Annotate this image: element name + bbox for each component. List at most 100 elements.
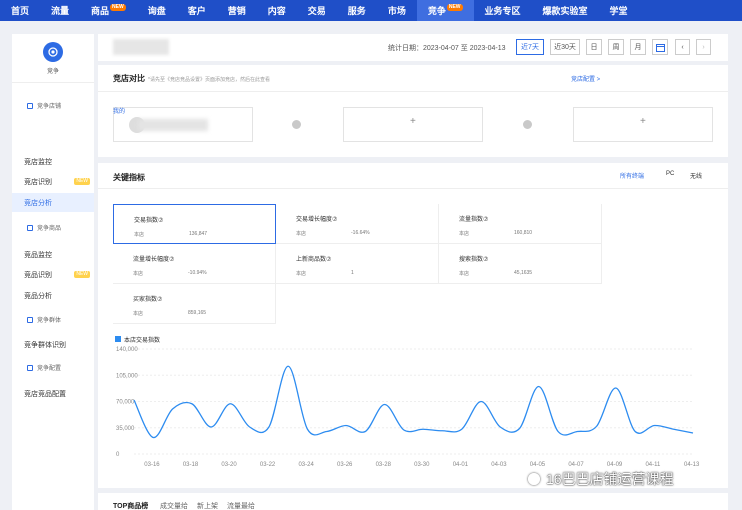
sidebar-item[interactable]: 竞品监控: [12, 245, 94, 264]
nav-item[interactable]: 询盘: [137, 0, 177, 21]
nav-item-label: 营销: [227, 6, 246, 16]
sidebar-item-label: 竞争配置: [37, 366, 62, 372]
nav-item[interactable]: 客户: [177, 0, 217, 21]
metric-name: 交易指数⑦: [134, 218, 164, 224]
nav-item[interactable]: 首页: [0, 0, 40, 21]
range-button[interactable]: 近7天: [516, 39, 544, 55]
sidebar-item[interactable]: 竞店分析: [12, 193, 94, 212]
sidebar-item-label: 竞争店铺: [37, 104, 62, 110]
sidebar-item[interactable]: 竞争群体: [12, 310, 94, 329]
top-products-card: TOP商品榜 成交量给 新上架 流量最给: [98, 493, 728, 510]
calendar-button[interactable]: [652, 39, 668, 55]
terminal-tab[interactable]: PC: [666, 171, 674, 177]
range-button[interactable]: 周: [608, 39, 624, 55]
sidebar: 竞争 竞争店铺竞店监控 竞店识别 NEW 竞店分析竞争商品竞品监控 竞品识别 NEW 竞品分…: [12, 34, 94, 510]
sub-item-icon: [27, 364, 33, 371]
watermark: 16巴巴店铺运营课程: [546, 471, 674, 487]
shop-name-blurred: [113, 39, 169, 55]
metric-card[interactable]: 买家指数⑦ 本店 859,165: [113, 284, 276, 324]
new-badge: NEW: [110, 4, 126, 11]
calendar-icon: [655, 43, 665, 52]
y-tick-label: 0: [116, 452, 120, 458]
x-tick-label: 04-03: [491, 462, 507, 468]
range-button[interactable]: 日: [586, 39, 602, 55]
metric-label: 本店: [133, 311, 144, 317]
metric-name: 流量增长幅度⑦: [133, 257, 175, 263]
nav-item-label: 竞争: [427, 6, 446, 16]
nav-item[interactable]: 服务: [337, 0, 377, 21]
x-tick-label: 03-24: [298, 462, 314, 468]
stat-date: 统计日期：2023-04-07 至 2023-04-13: [388, 45, 506, 52]
x-tick-label: 03-16: [144, 462, 160, 468]
metric-label: 本店: [459, 271, 470, 277]
sidebar-item[interactable]: 竞争店铺: [12, 96, 94, 115]
nav-item-label: 商品: [91, 6, 110, 16]
nav-item-label: 客户: [187, 6, 206, 16]
tab-new-arrivals[interactable]: 新上架: [197, 501, 218, 510]
metric-card[interactable]: 交易指数⑦ 本店 136,847: [113, 204, 276, 244]
chevron-left-icon: ‹: [681, 43, 684, 51]
nav-item[interactable]: 营销: [217, 0, 257, 21]
sidebar-item[interactable]: 竞品分析: [12, 286, 94, 305]
metric-value: 136,847: [189, 231, 208, 237]
metric-card[interactable]: 上新商品数⑦ 本店 1: [276, 244, 439, 284]
nav-item-label: 首页: [11, 6, 30, 16]
metric-name: 交易增长幅度⑦: [296, 217, 338, 223]
sidebar-item[interactable]: 竞店识别 NEW: [12, 172, 94, 191]
x-tick-label: 04-13: [684, 462, 700, 468]
nav-item[interactable]: 市场: [377, 0, 417, 21]
nav-item[interactable]: 竞争 NEW: [416, 0, 474, 21]
sidebar-brand: 竞争: [46, 69, 59, 75]
metric-value: -16.64%: [351, 230, 370, 236]
x-tick-label: 04-11: [645, 462, 661, 468]
metric-card[interactable]: 流量增长幅度⑦ 本店 -10.94%: [113, 244, 276, 284]
vs-dot: [292, 120, 301, 129]
nav-item[interactable]: 交易: [297, 0, 337, 21]
metric-card[interactable]: 交易增长幅度⑦ 本店 -16.64%: [276, 204, 439, 244]
sidebar-item-label: 竞争商品: [37, 226, 62, 232]
sub-item-icon: [27, 224, 33, 231]
range-button[interactable]: 近30天: [550, 39, 580, 55]
terminal-tab[interactable]: 所有终端: [620, 171, 644, 180]
header-bar: 统计日期：2023-04-07 至 2023-04-13 近7天 近30天日周月 …: [98, 34, 728, 61]
sidebar-item[interactable]: 竞品识别 NEW: [12, 265, 94, 284]
sidebar-item-label: 竞店竞品配置: [24, 390, 66, 398]
nav-item[interactable]: 爆款实验室: [532, 0, 599, 21]
x-tick-label: 03-26: [337, 462, 353, 468]
nav-item[interactable]: 商品 NEW: [80, 0, 137, 21]
metric-value: 160,810: [514, 230, 533, 236]
nav-item[interactable]: 学堂: [599, 0, 639, 21]
nav-item-label: 询盘: [147, 6, 166, 16]
nav-item-label: 爆款实验室: [542, 6, 588, 16]
metric-label: 本店: [133, 271, 144, 277]
add-competitor-1-icon[interactable]: +: [410, 116, 416, 127]
nav-item[interactable]: 业务专区: [474, 0, 532, 21]
sidebar-item-label: 竞店分析: [24, 199, 52, 207]
range-button[interactable]: 月: [630, 39, 646, 55]
sidebar-item[interactable]: 竞店监控: [12, 152, 94, 171]
metric-value: 1: [351, 270, 354, 276]
sidebar-item[interactable]: 竞争商品: [12, 218, 94, 237]
tab-top-sales[interactable]: 成交量给: [160, 501, 188, 510]
compare-config-link[interactable]: 竞店配置 >: [571, 74, 600, 83]
competition-logo-icon: [43, 42, 63, 62]
sidebar-item[interactable]: 竞争配置: [12, 358, 94, 377]
vs-dot: [523, 120, 532, 129]
terminal-tab[interactable]: 无线: [690, 171, 702, 180]
metric-card[interactable]: 搜索指数⑦ 本店 45,1635: [439, 244, 602, 284]
new-badge: NEW: [446, 4, 463, 11]
next-period-button[interactable]: ›: [696, 39, 711, 55]
prev-period-button[interactable]: ‹: [675, 39, 690, 55]
top-nav: 首页 流量 商品 NEW 询盘 客户 营销 内容 交易 服务 市场 竞争 NEW 业务专区 爆款实验室 学堂: [0, 0, 742, 21]
y-tick-label: 140,000: [116, 347, 138, 353]
sidebar-item[interactable]: 竞争群体识别: [12, 335, 94, 354]
tab-top-traffic[interactable]: 流量最给: [227, 501, 255, 510]
nav-item[interactable]: 流量: [40, 0, 80, 21]
sidebar-item[interactable]: 竞店竞品配置: [12, 384, 94, 403]
metric-value: -10.94%: [188, 270, 207, 276]
nav-item[interactable]: 内容: [257, 0, 297, 21]
add-competitor-2-icon[interactable]: +: [640, 116, 646, 127]
nav-item-label: 交易: [307, 6, 326, 16]
nav-item-label: 服务: [347, 6, 366, 16]
metric-card[interactable]: 流量指数⑦ 本店 160,810: [439, 204, 602, 244]
